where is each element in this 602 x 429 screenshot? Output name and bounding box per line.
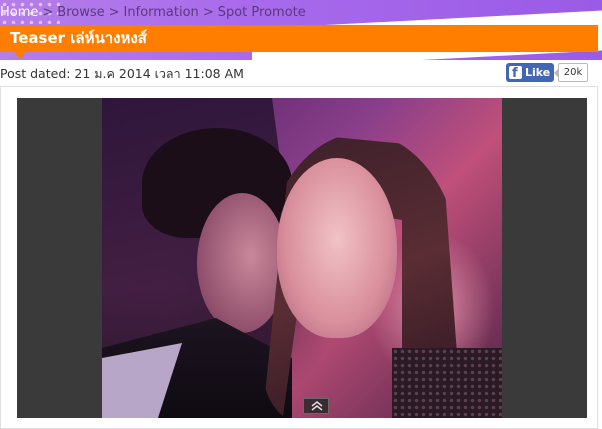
breadcrumb-separator: >	[108, 5, 120, 20]
breadcrumb-separator: >	[202, 5, 214, 20]
chevron-up-icon	[311, 401, 323, 411]
facebook-icon	[509, 64, 522, 83]
title-notch-decoration	[14, 52, 26, 59]
content-panel	[0, 86, 598, 429]
player-controls-toggle[interactable]	[303, 398, 329, 414]
breadcrumb-spot-promote[interactable]: Spot Promote	[218, 5, 306, 20]
page-title: Teaser เล่ห์นางหงส์	[0, 25, 598, 52]
breadcrumb-browse[interactable]: Browse	[57, 5, 104, 20]
breadcrumb: Home > Browse > Information > Spot Promote	[0, 5, 306, 21]
video-still-image[interactable]	[102, 98, 502, 418]
woman-top-shape	[392, 348, 502, 418]
breadcrumb-information[interactable]: Information	[124, 5, 199, 20]
post-date: Post dated: 21 ม.ค 2014 เวลา 11:08 AM	[0, 66, 244, 81]
video-player[interactable]	[17, 98, 587, 418]
like-label: Like	[525, 66, 551, 79]
like-count-bubble: 20k	[554, 63, 588, 82]
breadcrumb-separator: >	[42, 5, 54, 20]
facebook-like-button[interactable]: Like	[506, 63, 554, 83]
breadcrumb-home[interactable]: Home	[0, 5, 38, 20]
woman-face-shape	[277, 158, 397, 338]
post-meta-row: Post dated: 21 ม.ค 2014 เวลา 11:08 AM Li…	[0, 63, 598, 83]
